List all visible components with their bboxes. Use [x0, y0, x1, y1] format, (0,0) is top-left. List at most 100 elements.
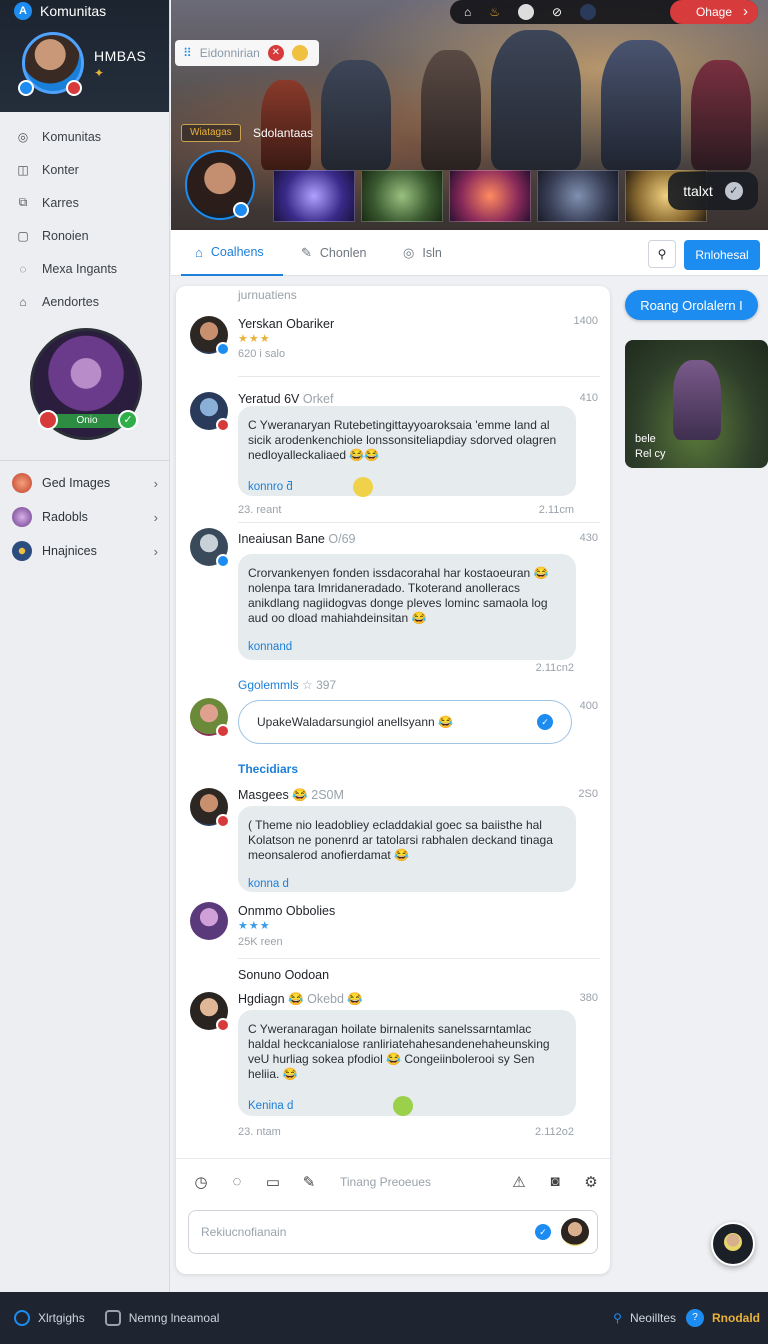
post-author[interactable]: Onmmo Obbolies	[238, 904, 335, 918]
emoji-icon[interactable]	[352, 477, 373, 497]
rank-bar: Onio	[50, 414, 124, 428]
profile-name: HMBAS	[94, 48, 147, 64]
inline-reply-text: UpakeWaladarsungiol anellsyann 😂	[257, 715, 453, 729]
settings-icon[interactable]: ⚙	[580, 1173, 602, 1191]
bottom-item-left-2[interactable]: Nemng lneamoal	[104, 1310, 219, 1326]
group-item-hnajnices[interactable]: Hnajnices ›	[0, 534, 170, 568]
avatar[interactable]	[580, 4, 597, 20]
banner-thumbnail[interactable]	[273, 170, 355, 222]
post-author[interactable]: Yerskan Obariker	[238, 317, 334, 331]
feed-post[interactable]: Yerskan Obariker 1400 ★★★ 620 i salo	[176, 314, 610, 374]
avatar[interactable]	[190, 316, 230, 356]
comment-icon[interactable]: ◌	[226, 1173, 248, 1190]
post-time: 430	[579, 532, 598, 544]
message-input[interactable]: Rekiucnofianain ✓	[188, 1210, 598, 1254]
post-author[interactable]: Yeratud 6V Orkef	[238, 392, 333, 406]
right-action-button[interactable]: Roang Orolalern I	[625, 290, 758, 320]
tab-label: Isln	[422, 246, 442, 260]
section-label[interactable]: Thecidiars	[238, 762, 298, 776]
sidebar-item-komunitas[interactable]: ◎ Komunitas	[0, 120, 169, 153]
banner-action-pill[interactable]: ttalxt ✓	[668, 172, 758, 210]
group-item-ged-images[interactable]: Ged Images ›	[0, 466, 170, 500]
tab-coalhens[interactable]: ⌂ Coalhens	[181, 230, 283, 276]
banner-search-input[interactable]: ⠿ Eidonnirian ✕	[175, 40, 319, 66]
timer-icon[interactable]: ◷	[190, 1173, 212, 1191]
group-item-radobls[interactable]: Radobls ›	[0, 500, 170, 534]
instagram-icon	[104, 1310, 121, 1326]
rank-badge-icon	[38, 410, 58, 430]
banner-character	[491, 30, 581, 170]
compass-icon[interactable]: ⊘	[552, 5, 562, 19]
banner-thumbnail[interactable]	[449, 170, 531, 222]
post-author[interactable]: Masgees 😂 2S0M	[238, 788, 344, 803]
bottom-item-left-1[interactable]: Xlrtgighs	[14, 1310, 85, 1326]
tab-chonlen[interactable]: ✎ Chonlen	[301, 230, 366, 276]
group-label: Ged Images	[42, 476, 111, 490]
banner-thumbnail[interactable]	[537, 170, 619, 222]
game-icon[interactable]: ⌂	[464, 5, 471, 19]
sidebar-header: A Komunitas HMBAS ✦	[0, 0, 169, 112]
banner-pill-label: ttalxt	[683, 183, 713, 199]
top-nav-bar: ⌂ ♨ ⊘ Ohage	[450, 0, 758, 24]
bottom-label: Xlrtgighs	[38, 1311, 85, 1325]
section-title: Ggolemmls	[238, 678, 299, 692]
avatar[interactable]	[190, 788, 230, 828]
pen-icon[interactable]: ✎	[298, 1173, 320, 1191]
sidebar-item-mexa-ingants[interactable]: ◌ Mexa Ingants	[0, 252, 169, 285]
banner-thumbnail[interactable]	[361, 170, 443, 222]
profile-rank-icon: ✦	[94, 66, 105, 80]
avatar[interactable]	[190, 902, 228, 940]
level-badge-icon	[216, 418, 230, 432]
bottom-item-right-1[interactable]: ⚲ Neoilltes	[613, 1311, 676, 1325]
author-handle: 2S0M	[311, 788, 344, 802]
search-button[interactable]: ⚲	[648, 240, 676, 268]
message-bubble: Crorvankenyen fonden issdacorahal har ko…	[238, 554, 576, 660]
section-label[interactable]: Ggolemmls ☆ 397	[238, 678, 336, 692]
divider	[238, 376, 600, 377]
group-list: Ged Images › Radobls › Hnajnices ›	[0, 466, 170, 568]
avatar[interactable]	[190, 698, 230, 738]
sidebar-item-konter[interactable]: ◫ Konter	[0, 153, 169, 186]
app-title[interactable]: A Komunitas	[14, 2, 106, 20]
post-author[interactable]: Ineaiusan Bane O/69	[238, 532, 355, 546]
login-button[interactable]: Ohage	[669, 0, 758, 24]
avatar[interactable]	[190, 528, 230, 568]
document-icon: ▢	[17, 228, 29, 243]
post-meta: 25K reen	[238, 936, 283, 948]
reply-label: Kenina d	[248, 1100, 294, 1113]
feed-post[interactable]: Onmmo Obbolies ★★★ 25K reen	[176, 900, 610, 956]
user-chip-icon[interactable]	[518, 4, 535, 20]
banner-tag[interactable]: Wiatagas	[181, 124, 241, 142]
avatar[interactable]	[561, 1218, 589, 1246]
flame-icon[interactable]: ♨	[489, 5, 500, 19]
post-author[interactable]: Hgdiagn 😂 Okebd 😂	[238, 992, 363, 1007]
avatar[interactable]	[190, 392, 230, 432]
sidebar-item-ronoien[interactable]: ▢ Ronoien	[0, 219, 169, 252]
reply-link[interactable]: konnro ƌ	[248, 477, 566, 497]
inline-reply-input[interactable]: UpakeWaladarsungiol anellsyann 😂 ✓	[238, 700, 572, 744]
message-icon[interactable]: ▭	[262, 1173, 284, 1191]
send-icon[interactable]: ✓	[535, 1224, 551, 1240]
emoji-icon[interactable]	[393, 1096, 414, 1116]
verified-badge-icon	[233, 202, 249, 218]
reply-link[interactable]: konnand	[248, 640, 566, 655]
post-footer-time: 2.11cn2	[535, 662, 574, 674]
avatar[interactable]	[190, 992, 230, 1032]
camera-icon[interactable]: ◙	[544, 1173, 566, 1190]
send-icon[interactable]: ✓	[537, 714, 553, 730]
tab-isln[interactable]: ◎ Isln	[403, 230, 442, 276]
close-icon[interactable]: ✕	[267, 45, 284, 61]
message-text: ( Theme nio leadobliey ecladdakial goec …	[248, 818, 553, 862]
verified-badge-icon	[216, 342, 230, 356]
sidebar-item-karres[interactable]: ⧉ Karres	[0, 186, 169, 219]
floating-avatar-button[interactable]	[711, 1222, 755, 1266]
reply-link[interactable]: Kenina d	[248, 1096, 566, 1116]
sidebar-item-aendortes[interactable]: ⌂ Aendortes	[0, 285, 169, 318]
chat-icon: ◌	[19, 261, 27, 276]
card-caption-line: bele	[635, 433, 656, 445]
featured-card[interactable]: bele Rel cy	[625, 340, 768, 468]
warning-icon[interactable]: ⚠	[508, 1173, 530, 1191]
primary-action-button[interactable]: Rnlohesal	[684, 240, 760, 270]
bottom-brand[interactable]: ? Rnodald	[686, 1309, 760, 1327]
reply-link[interactable]: konna d	[248, 877, 566, 892]
